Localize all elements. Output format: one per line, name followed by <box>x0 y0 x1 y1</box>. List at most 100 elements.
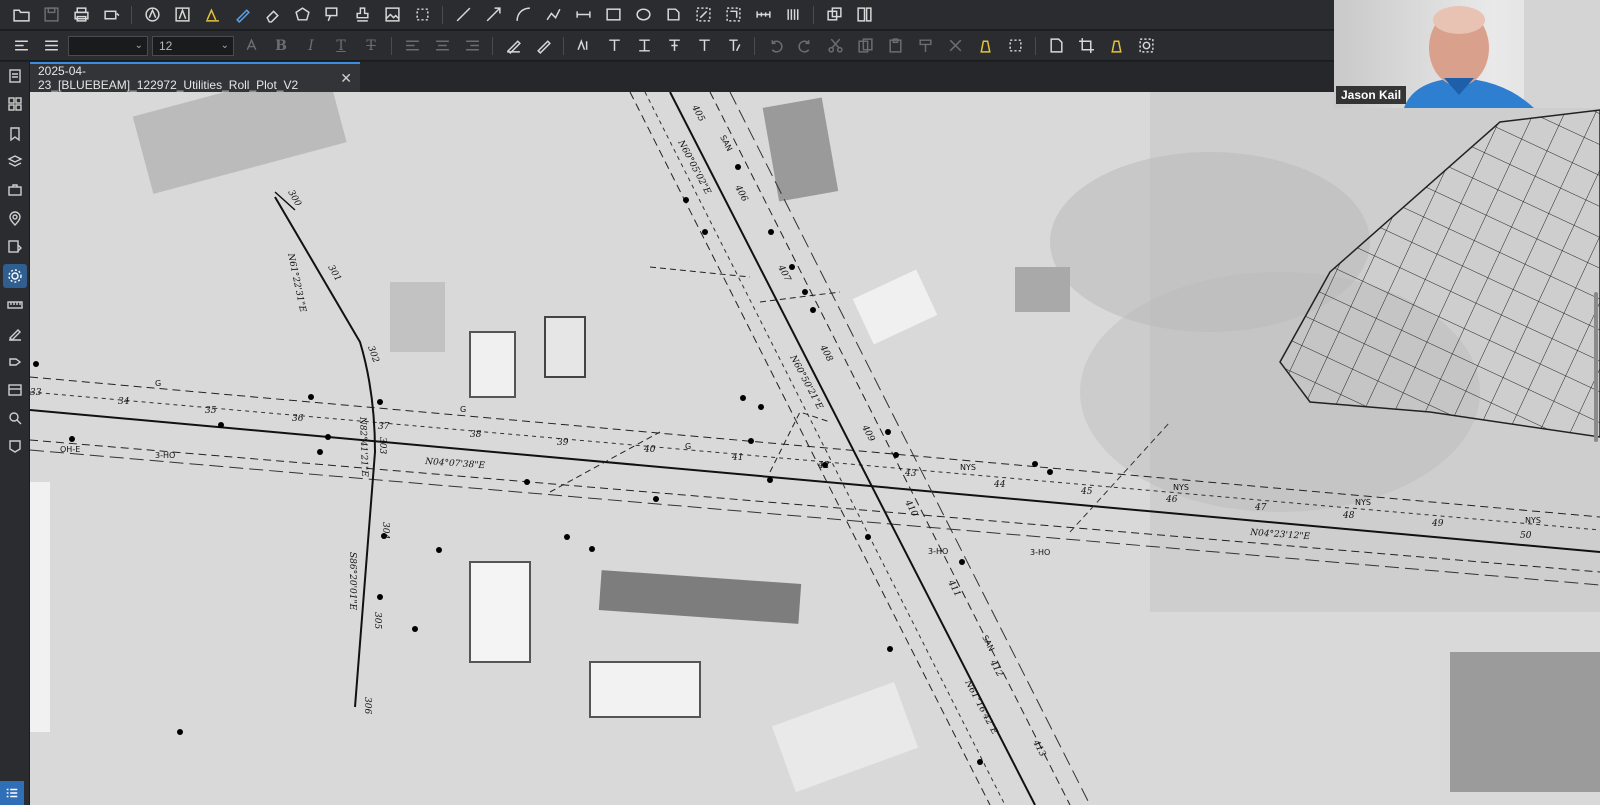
pen-icon[interactable] <box>229 3 255 27</box>
text-top-icon[interactable] <box>631 34 657 58</box>
utility-tag: NYS <box>1525 516 1541 525</box>
snapshot-icon[interactable] <box>821 3 847 27</box>
save-icon[interactable] <box>38 3 64 27</box>
station-label: 45 <box>1080 487 1093 497</box>
underline-button[interactable]: T <box>328 34 354 58</box>
select-region-icon[interactable] <box>1002 34 1028 58</box>
toolchest-icon[interactable] <box>3 178 27 202</box>
utility-tag: G <box>685 442 691 451</box>
station-label: 49 <box>1431 519 1444 529</box>
markups-list-icon[interactable] <box>0 781 24 805</box>
thumbnails-icon[interactable] <box>3 92 27 116</box>
settings-region-icon[interactable] <box>1133 34 1159 58</box>
utility-tag: G <box>460 405 466 414</box>
polygon-icon[interactable] <box>289 3 315 27</box>
sets-icon[interactable] <box>3 235 27 259</box>
signatures-icon[interactable] <box>3 322 27 346</box>
print-options-icon[interactable] <box>98 3 124 27</box>
crop-icon[interactable] <box>409 3 435 27</box>
document-tab[interactable]: 2025-04-23_[BLUEBEAM]_122972_Utilities_R… <box>30 62 360 92</box>
document-canvas[interactable]: 33 34 35 36 37 38 39 40 41 42 43 44 45 4… <box>30 92 1600 805</box>
file-access-icon[interactable] <box>3 64 27 88</box>
perimeter-measure-icon[interactable] <box>720 3 746 27</box>
strike-glyph: T <box>366 37 376 54</box>
strikethrough-button[interactable]: T <box>358 34 384 58</box>
document-tab-bar: 2025-04-23_[BLUEBEAM]_122972_Utilities_R… <box>30 62 1334 92</box>
undo-icon[interactable] <box>762 34 788 58</box>
station-label: 33 <box>30 388 42 398</box>
eraser-icon[interactable] <box>259 3 285 27</box>
lock-icon[interactable] <box>972 34 998 58</box>
batch-icon[interactable] <box>3 378 27 402</box>
measurements-icon[interactable] <box>3 293 27 317</box>
copy-icon[interactable] <box>852 34 878 58</box>
text-box-icon[interactable] <box>169 3 195 27</box>
area-measure-icon[interactable] <box>690 3 716 27</box>
font-color-icon[interactable] <box>238 34 264 58</box>
italic-button[interactable]: I <box>298 34 324 58</box>
length-measure-icon[interactable] <box>750 3 776 27</box>
properties-icon[interactable] <box>8 34 34 58</box>
align-center-icon[interactable] <box>429 34 455 58</box>
document-tab-title: 2025-04-23_[BLUEBEAM]_122972_Utilities_R… <box>38 64 299 92</box>
bold-button[interactable]: B <box>268 34 294 58</box>
studio-icon[interactable] <box>3 434 27 458</box>
compare-icon[interactable] <box>851 3 877 27</box>
print-icon[interactable] <box>68 3 94 27</box>
search-icon[interactable] <box>3 406 27 430</box>
bearing-label: N82°41'21"E <box>357 416 369 478</box>
location-icon[interactable] <box>3 207 27 231</box>
cut-icon[interactable] <box>822 34 848 58</box>
font-size-select[interactable]: 12 ⌄ <box>152 35 234 56</box>
rectangle-icon[interactable] <box>600 3 626 27</box>
align-right-icon[interactable] <box>459 34 485 58</box>
crop-page-icon[interactable] <box>1073 34 1099 58</box>
callout-icon[interactable] <box>319 3 345 27</box>
station-label: 47 <box>1254 503 1267 513</box>
flatten-icon[interactable] <box>1103 34 1129 58</box>
polyline-icon[interactable] <box>540 3 566 27</box>
arc-icon[interactable] <box>510 3 536 27</box>
station-label: 44 <box>993 480 1006 490</box>
format-painter-icon[interactable] <box>912 34 938 58</box>
ellipse-icon[interactable] <box>630 3 656 27</box>
links-icon[interactable] <box>3 350 27 374</box>
arrow-icon[interactable] <box>480 3 506 27</box>
properties-panel-icon[interactable] <box>3 264 27 288</box>
pen-edit-icon[interactable] <box>530 34 556 58</box>
text-clear-icon[interactable] <box>601 34 627 58</box>
font-select[interactable]: ⌄ <box>68 35 148 56</box>
toolbar-divider <box>1035 36 1036 55</box>
align-left-icon[interactable] <box>399 34 425 58</box>
toolbar-divider <box>131 5 132 24</box>
dimension-icon[interactable] <box>570 3 596 27</box>
vertical-scrollbar[interactable] <box>1594 292 1598 442</box>
text-bottom-icon[interactable] <box>691 34 717 58</box>
utility-tag: 3-HO <box>928 547 948 556</box>
paste-icon[interactable] <box>882 34 908 58</box>
stamp-icon[interactable] <box>349 3 375 27</box>
main-toolbar <box>0 0 1334 30</box>
line-style-icon[interactable] <box>38 34 64 58</box>
edit-text-icon[interactable] <box>500 34 526 58</box>
delete-icon[interactable] <box>942 34 968 58</box>
close-icon[interactable]: ✕ <box>340 70 352 87</box>
highlight-icon[interactable] <box>199 3 225 27</box>
redo-icon[interactable] <box>792 34 818 58</box>
bookmarks-icon[interactable] <box>3 122 27 146</box>
utility-tag: NYS <box>960 463 976 472</box>
text-size-icon[interactable] <box>721 34 747 58</box>
font-size-value: 12 <box>159 38 173 53</box>
folder-open-icon[interactable] <box>8 3 34 27</box>
spell-check-icon[interactable] <box>571 34 597 58</box>
count-icon[interactable] <box>780 3 806 27</box>
utility-tag: NYS <box>1173 483 1189 492</box>
line-icon[interactable] <box>450 3 476 27</box>
page-icon[interactable] <box>1043 34 1069 58</box>
text-middle-icon[interactable] <box>661 34 687 58</box>
image-icon[interactable] <box>379 3 405 27</box>
markup-icon[interactable] <box>139 3 165 27</box>
station-label: 34 <box>118 397 130 407</box>
cloud-icon[interactable] <box>660 3 686 27</box>
layers-icon[interactable] <box>3 150 27 174</box>
